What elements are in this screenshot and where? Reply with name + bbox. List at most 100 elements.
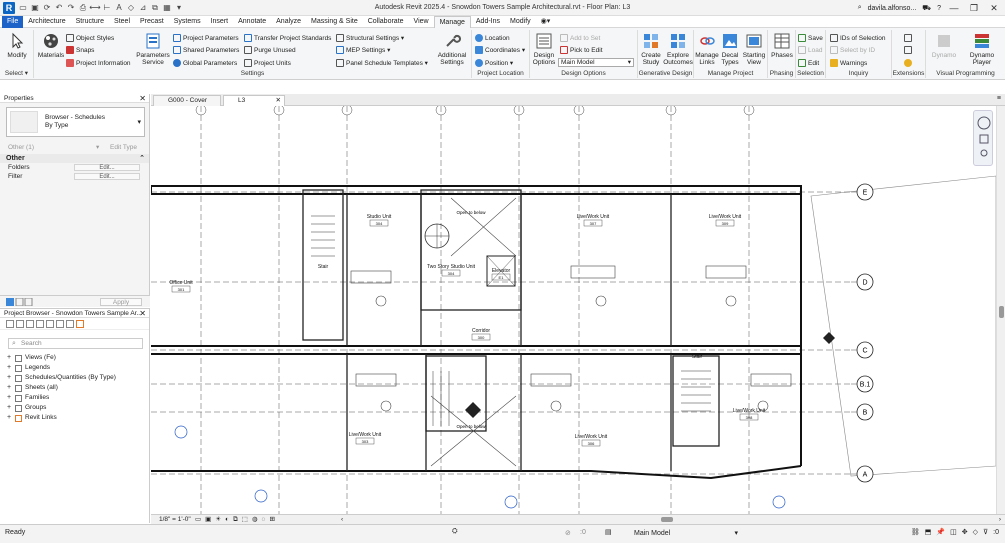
redo-icon[interactable]: ↷ (66, 3, 76, 13)
close-icon[interactable]: ✕ (139, 309, 146, 318)
dimension-icon[interactable]: ⊢ (102, 3, 112, 13)
tab-systems[interactable]: Systems (169, 16, 206, 28)
shared-parameters-button[interactable]: Shared Parameters (173, 45, 239, 55)
text-icon[interactable]: A (114, 3, 124, 13)
room-number[interactable]: 300 (478, 335, 485, 340)
room-name[interactable]: Two Story Studio Unit (427, 264, 476, 270)
ids-of-selection-button[interactable]: IDs of Selection (830, 33, 886, 43)
scroll-thumb[interactable] (999, 306, 1004, 318)
tab-view[interactable]: View (409, 16, 434, 28)
tree-item-families[interactable]: + Families (0, 393, 149, 403)
materials-button[interactable]: Materials (36, 32, 66, 59)
link-icon[interactable] (76, 319, 84, 328)
tab-insert[interactable]: Insert (206, 16, 234, 28)
navigation-bar[interactable] (973, 110, 993, 166)
project-parameters-button[interactable]: Project Parameters (173, 33, 239, 43)
switch-windows-icon[interactable]: ▦ (162, 3, 172, 13)
extensions-button-2[interactable] (904, 45, 912, 55)
collapse-all-icon[interactable] (46, 319, 54, 328)
room-number[interactable]: E1 (499, 275, 505, 280)
select-by-id-button[interactable]: Select by ID (830, 45, 875, 55)
room-number[interactable]: 308 (746, 415, 753, 420)
expand-icon[interactable]: + (6, 393, 12, 403)
location-button[interactable]: Location (475, 33, 510, 43)
tab-collaborate[interactable]: Collaborate (363, 16, 409, 28)
tab-annotate[interactable]: Annotate (233, 16, 271, 28)
drawing-canvas[interactable]: Studio Unit 304 Live/Work Unit 307 Live/Work… (151, 106, 996, 514)
tree-item-revit-links[interactable]: + Revit Links (0, 413, 149, 423)
home-icon[interactable] (6, 319, 14, 328)
tree-item-sheets[interactable]: + Sheets (all) (0, 383, 149, 393)
settings-icon[interactable] (66, 319, 74, 328)
horizontal-scroll-thumb[interactable] (661, 517, 673, 522)
expand-icon[interactable]: + (6, 383, 12, 393)
scroll-right-icon[interactable]: › (999, 515, 1001, 524)
folders-edit-button[interactable]: Edit... (74, 164, 140, 171)
design-options-status-icon[interactable]: ▤ (605, 528, 612, 536)
tab-file[interactable]: File (2, 15, 24, 28)
restore-button[interactable]: ❐ (967, 3, 981, 14)
measure-icon[interactable]: ⟷ (89, 3, 100, 13)
worksets-icon[interactable]: ⛭ (452, 528, 458, 536)
edit-type-button[interactable]: Edit Type (110, 143, 137, 152)
room-name[interactable]: Stair (318, 264, 329, 270)
room-name[interactable]: Studio Unit (367, 214, 392, 220)
tab-steel[interactable]: Steel (109, 16, 135, 28)
save-icon[interactable]: ▣ (30, 3, 40, 13)
project-units-button[interactable]: Project Units (244, 58, 291, 68)
structural-settings-button[interactable]: Structural Settings ▾ (336, 33, 404, 43)
help-button[interactable]: ? (937, 5, 941, 12)
snaps-button[interactable]: Snaps (66, 45, 94, 55)
close-button[interactable]: ✕ (987, 3, 1001, 14)
customize-qat-icon[interactable]: ▾ (174, 3, 184, 13)
sun-path-icon[interactable]: ☀ (215, 515, 221, 524)
coordinates-button[interactable]: Coordinates ▾ (475, 45, 525, 55)
print-icon[interactable]: ⎙ (78, 3, 88, 13)
user-account[interactable]: davila.alfonso... (868, 5, 917, 12)
tree-item-legends[interactable]: + Legends (0, 363, 149, 373)
scroll-left-icon[interactable]: ‹ (341, 515, 343, 524)
tab-add-ins[interactable]: Add-Ins (471, 16, 505, 28)
room-number[interactable]: 307 (590, 221, 597, 226)
warnings-button[interactable]: Warnings (830, 58, 867, 68)
starting-view-button[interactable]: Starting View (742, 32, 766, 66)
select-underlay-icon[interactable]: ⬒ (925, 528, 932, 536)
room-name[interactable]: Elevator (492, 268, 511, 274)
room-name[interactable]: Live/Work Unit (577, 214, 610, 220)
show-crop-icon[interactable]: ⬚ (242, 515, 248, 524)
tree-item-views[interactable]: + Views (Fe) (0, 353, 149, 363)
instance-filter[interactable]: Other (1) ▾ Edit Type (0, 143, 149, 152)
room-number[interactable]: 304 (376, 221, 383, 226)
room-number[interactable]: 301 (178, 287, 185, 292)
shadows-icon[interactable]: ◐ (225, 515, 229, 524)
select-dropdown[interactable]: Select ▾ (0, 69, 33, 78)
vertical-scrollbar[interactable] (996, 106, 1005, 514)
view-scale[interactable]: 1/8" = 1'-0" (159, 515, 191, 524)
close-icon[interactable]: ✕ (276, 96, 281, 106)
room-number[interactable]: 303 (362, 439, 369, 444)
extensions-button-1[interactable] (904, 33, 912, 43)
explore-outcomes-button[interactable]: Explore Outcomes (663, 32, 693, 66)
search-icon[interactable]: ⌕ (858, 4, 862, 12)
tab-architecture[interactable]: Architecture (23, 16, 70, 28)
view-tab-g000-cover[interactable]: G000 - Cover (153, 95, 221, 106)
tab-modify[interactable]: Modify (505, 16, 536, 28)
organize-icon[interactable] (26, 319, 34, 328)
drag-elements-icon[interactable]: ✥ (962, 528, 968, 536)
section-other[interactable]: Other ⌃ (0, 154, 149, 163)
revit-logo-icon[interactable]: R (3, 1, 15, 14)
manage-links-button[interactable]: Manage Links (695, 32, 719, 66)
room-name[interactable]: Stair (692, 354, 703, 360)
crop-view-icon[interactable]: ⧉ (233, 515, 238, 524)
room-name[interactable]: Live/Work Unit (575, 434, 608, 440)
transfer-project-standards-button[interactable]: Transfer Project Standards (244, 33, 331, 43)
dynamo-player-button[interactable]: Dynamo Player (964, 32, 1000, 66)
expand-icon[interactable]: + (6, 363, 12, 373)
tab-manage[interactable]: Manage (433, 15, 471, 28)
room-name[interactable]: Live/Work Unit (733, 408, 766, 414)
tab-structure[interactable]: Structure (71, 16, 109, 28)
active-design-option[interactable]: Main Model ▾ (620, 529, 740, 539)
additional-settings-button[interactable]: Additional Settings (434, 32, 470, 66)
editable-only-icon[interactable]: ⊘ (565, 529, 571, 537)
decal-types-button[interactable]: Decal Types (719, 32, 741, 66)
